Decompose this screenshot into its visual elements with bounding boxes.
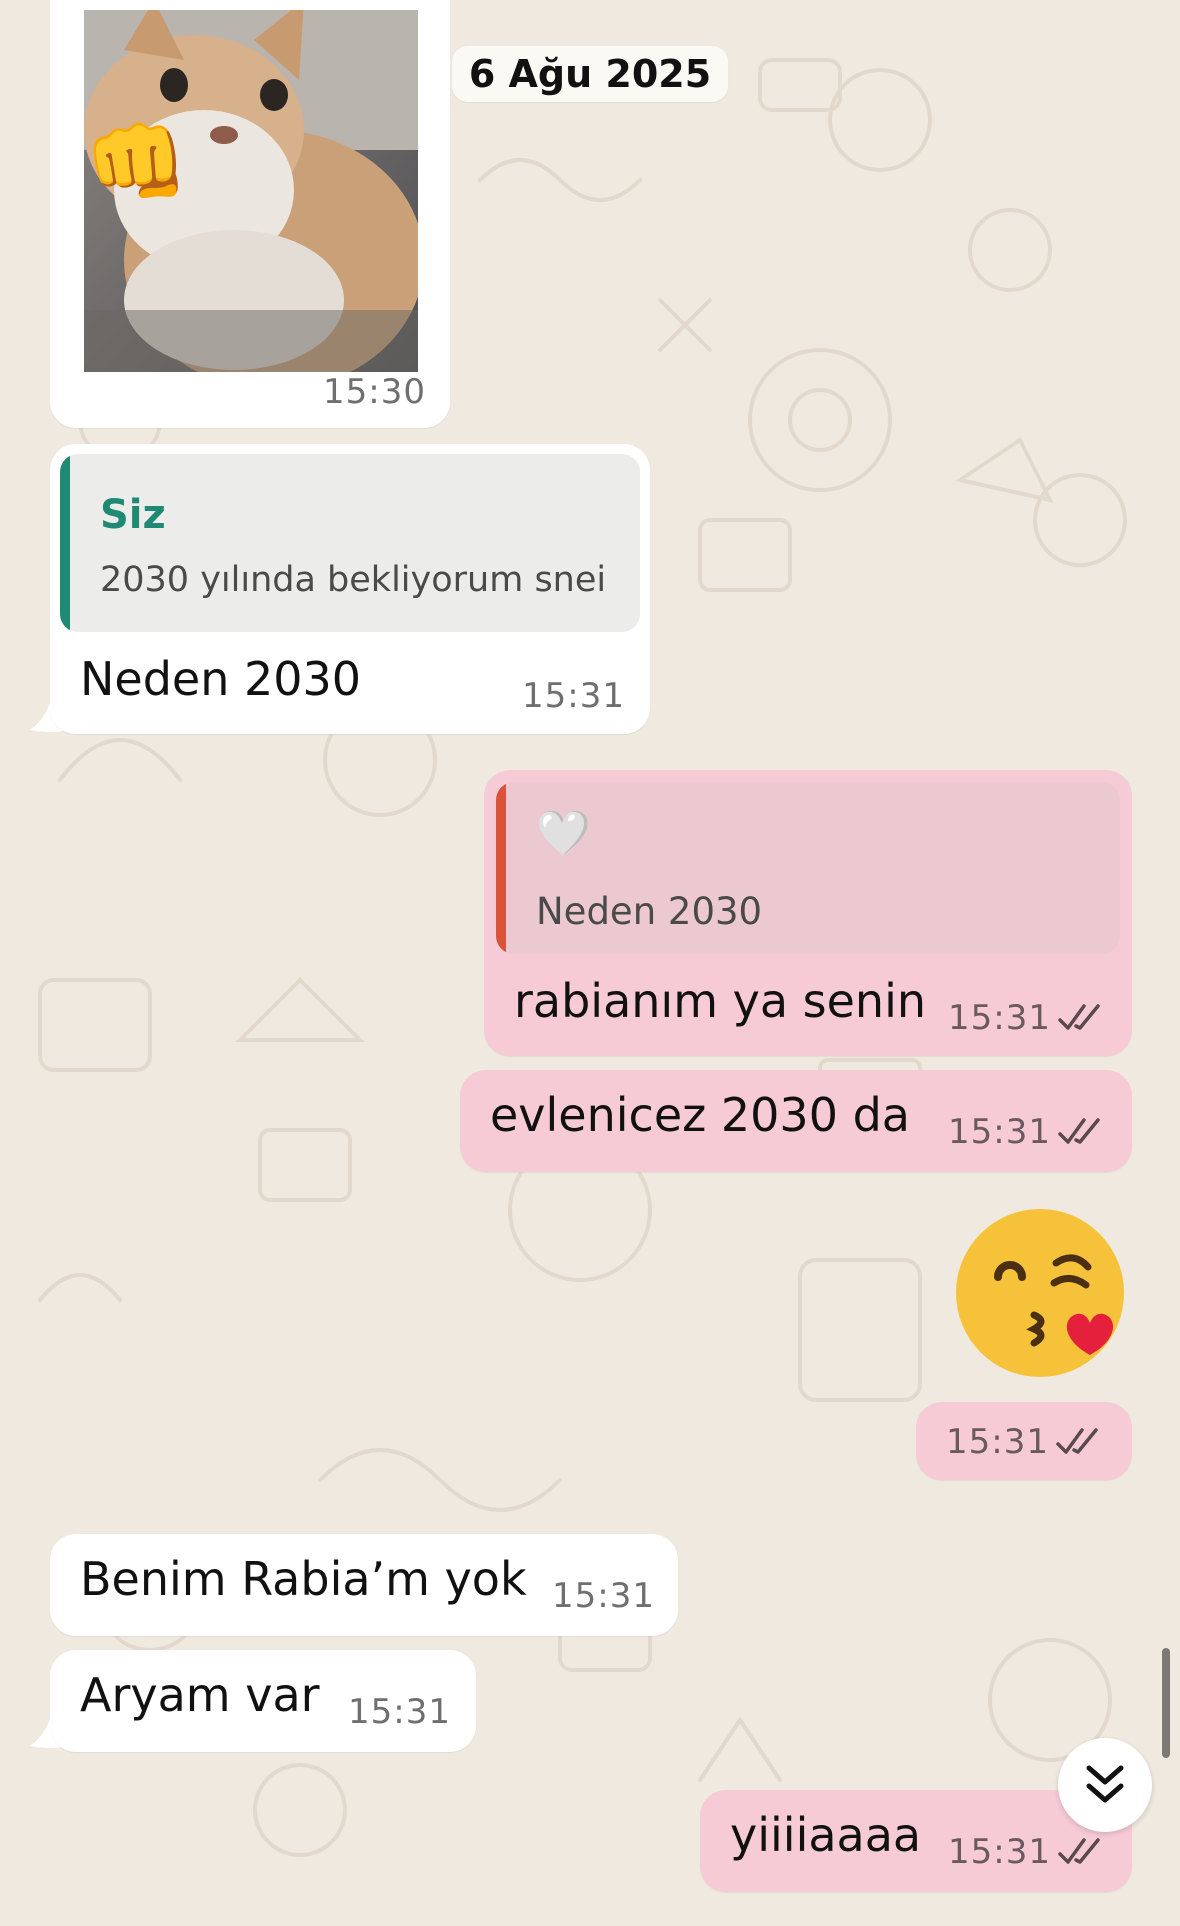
incoming-image-message[interactable]: 👊 15:30 [50,0,450,428]
double-check-icon [1058,1118,1100,1144]
message-time: 15:31 [552,1576,655,1616]
double-check-icon [1058,1838,1100,1864]
double-chevron-down-icon [1086,1765,1124,1803]
double-check-icon [1058,1004,1100,1030]
incoming-message[interactable]: Aryam var 15:31 [50,1650,476,1752]
incoming-message[interactable]: Benim Rabia’m yok 15:31 [50,1534,678,1636]
quoted-message[interactable]: 🤍 Neden 2030 [496,782,1120,954]
quote-bar [60,454,70,632]
message-time: 15:31 [946,1422,1049,1462]
quote-text: Neden 2030 [536,890,763,933]
message-time: 15:31 [948,1832,1051,1872]
fist-emoji: 👊 [84,115,189,209]
scrollbar[interactable] [1162,1648,1170,1758]
message-time: 15:31 [522,676,625,716]
message-time: 15:31 [348,1692,451,1732]
message-time: 15:31 [948,998,1051,1038]
message-text: evlenicez 2030 da [490,1088,910,1142]
quote-bar [496,782,506,954]
message-text: yiiiiaaaa [730,1808,922,1862]
date-chip: 6 Ağu 2025 [452,46,728,102]
quote-text: 2030 yılında bekliyorum snei [100,560,607,600]
quoted-message[interactable]: Siz 2030 yılında bekliyorum snei [60,454,640,632]
outgoing-message[interactable]: evlenicez 2030 da 15:31 [460,1070,1132,1172]
date-chip-label: 6 Ağu 2025 [468,52,712,96]
message-time: 15:30 [323,372,426,412]
message-text: Neden 2030 [80,652,362,706]
kissing-face-emoji [956,1209,1124,1377]
message-time: 15:31 [948,1112,1051,1152]
message-text: Aryam var [80,1668,320,1722]
message-text: Benim Rabia’m yok [80,1552,527,1606]
scroll-to-bottom-button[interactable] [1058,1738,1152,1832]
outgoing-reply-message[interactable]: 🤍 Neden 2030 rabianım ya senin 15:31 [484,770,1132,1056]
quote-author: Siz [100,492,166,538]
white-heart-emoji: 🤍 [536,809,591,858]
outgoing-time-chip[interactable]: 15:31 [916,1402,1132,1480]
outgoing-emoji-message[interactable] [950,1205,1140,1385]
double-check-icon [1056,1428,1098,1454]
message-text: rabianım ya senin [514,974,927,1028]
incoming-reply-message[interactable]: Siz 2030 yılında bekliyorum snei Neden 2… [50,444,650,734]
